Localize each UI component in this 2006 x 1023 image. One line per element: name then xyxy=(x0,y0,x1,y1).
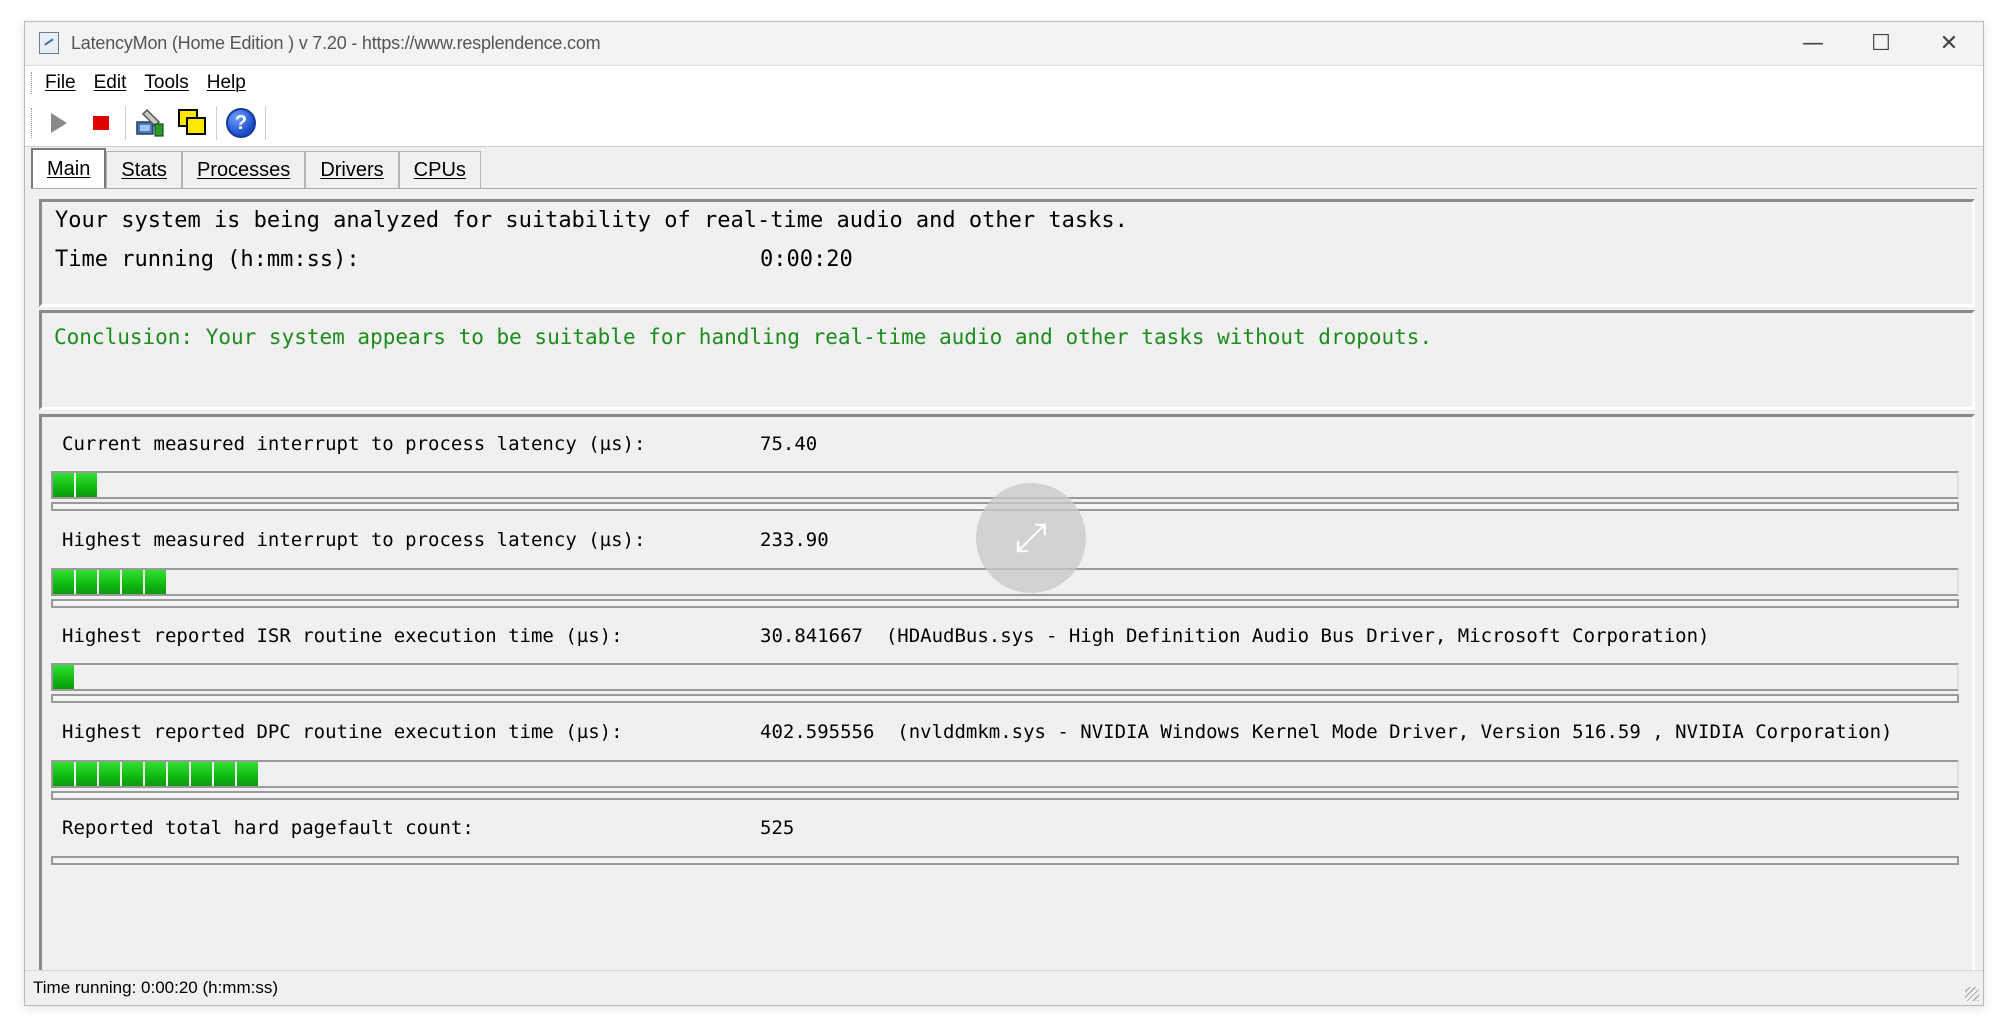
current-latency-value: 75.40 xyxy=(760,433,818,455)
analysis-status-text: Your system is being analyzed for suitab… xyxy=(55,208,1128,233)
toolbar-separator xyxy=(216,106,217,140)
menu-edit[interactable]: Edit xyxy=(90,72,131,94)
bar-segment xyxy=(53,570,74,594)
highest-latency-label: Highest measured interrupt to process la… xyxy=(62,529,646,551)
app-icon[interactable] xyxy=(39,32,59,54)
bar-segment xyxy=(145,762,166,786)
bar-segment xyxy=(214,762,235,786)
current-latency-label: Current measured interrupt to process la… xyxy=(62,433,646,455)
tab-bar: Main Stats Processes Drivers CPUs xyxy=(31,148,1977,189)
app-window: LatencyMon (Home Edition ) v 7.20 - http… xyxy=(24,21,1984,1006)
start-monitor-button[interactable] xyxy=(41,105,77,141)
tab-cpus[interactable]: CPUs xyxy=(398,151,481,188)
stop-icon xyxy=(93,116,109,130)
bar-segment xyxy=(99,570,120,594)
bar-segment xyxy=(76,473,97,497)
bar-segment xyxy=(53,473,74,497)
toolbar: ? xyxy=(25,100,1983,147)
title-bar[interactable]: LatencyMon (Home Edition ) v 7.20 - http… xyxy=(25,22,1983,64)
window-title: LatencyMon (Home Edition ) v 7.20 - http… xyxy=(71,32,601,53)
time-running-value: 0:00:20 xyxy=(760,247,853,272)
tab-main[interactable]: Main xyxy=(31,148,107,188)
bar-segment xyxy=(53,665,74,689)
menu-grip xyxy=(31,72,35,94)
bar-divider xyxy=(51,599,1959,608)
window-controls: — ☐ ✕ xyxy=(1779,22,1983,64)
dpc-time-value: 402.595556 (nvlddmkm.sys - NVIDIA Window… xyxy=(760,721,1892,743)
menu-file[interactable]: File xyxy=(41,72,80,94)
bar-segment xyxy=(53,762,74,786)
bar-fill xyxy=(53,665,76,689)
isr-time-value: 30.841667 (HDAudBus.sys - High Definitio… xyxy=(760,625,1709,647)
toolbar-separator xyxy=(125,106,126,140)
tab-drivers[interactable]: Drivers xyxy=(305,151,399,188)
dpc-time-label: Highest reported DPC routine execution t… xyxy=(62,721,623,743)
bar-fill xyxy=(53,762,260,786)
conclusion-panel: Conclusion: Your system appears to be su… xyxy=(39,310,1975,410)
expand-overlay-icon[interactable]: ⤢ xyxy=(976,483,1086,593)
dpc-time-bar xyxy=(51,760,1959,788)
isr-time-number: 30.841667 xyxy=(760,625,863,647)
close-button[interactable]: ✕ xyxy=(1915,22,1983,64)
menu-help[interactable]: Help xyxy=(203,72,250,94)
status-bar: Time running: 0:00:20 (h:mm:ss) xyxy=(25,970,1983,1005)
stop-monitor-button[interactable] xyxy=(83,105,119,141)
tab-stats[interactable]: Stats xyxy=(106,151,182,188)
bar-segment xyxy=(168,762,189,786)
status-bar-text: Time running: 0:00:20 (h:mm:ss) xyxy=(33,978,279,997)
toolbar-separator xyxy=(265,106,266,140)
isr-time-label: Highest reported ISR routine execution t… xyxy=(62,625,623,647)
pagefault-count-value: 525 xyxy=(760,817,795,839)
bar-segment xyxy=(122,762,143,786)
play-icon xyxy=(51,113,67,133)
toolbar-grip xyxy=(31,108,35,138)
minimize-button[interactable]: — xyxy=(1779,22,1847,64)
windows-icon xyxy=(178,109,206,135)
drivers-icon xyxy=(136,108,164,137)
conclusion-text: Conclusion: Your system appears to be su… xyxy=(54,325,1433,349)
windows-button[interactable] xyxy=(174,105,210,141)
bar-segment xyxy=(145,570,166,594)
bar-segment xyxy=(76,570,97,594)
bar-segment xyxy=(76,762,97,786)
drivers-button[interactable] xyxy=(132,105,168,141)
bar-divider xyxy=(51,856,1959,865)
tab-processes[interactable]: Processes xyxy=(181,151,306,188)
bar-segment xyxy=(237,762,258,786)
bar-segment xyxy=(191,762,212,786)
help-icon: ? xyxy=(226,108,256,138)
menu-bar: File Edit Tools Help xyxy=(25,65,1983,101)
menu-tools[interactable]: Tools xyxy=(140,72,192,94)
resize-grip-icon[interactable] xyxy=(1965,987,1979,1001)
bar-segment xyxy=(99,762,120,786)
status-panel: Your system is being analyzed for suitab… xyxy=(39,199,1975,307)
bar-divider xyxy=(51,694,1959,703)
isr-time-bar xyxy=(51,663,1959,691)
isr-driver-detail: (HDAudBus.sys - High Definition Audio Bu… xyxy=(885,625,1710,647)
time-running-label: Time running (h:mm:ss): xyxy=(55,247,360,272)
bar-fill xyxy=(53,473,99,497)
bar-divider xyxy=(51,791,1959,800)
dpc-driver-detail: (nvlddmkm.sys - NVIDIA Windows Kernel Mo… xyxy=(897,721,1893,743)
dpc-time-number: 402.595556 xyxy=(760,721,875,743)
pagefault-count-label: Reported total hard pagefault count: xyxy=(62,817,474,839)
highest-latency-value: 233.90 xyxy=(760,529,829,551)
bar-segment xyxy=(122,570,143,594)
help-button[interactable]: ? xyxy=(223,105,259,141)
bar-fill xyxy=(53,570,168,594)
maximize-button[interactable]: ☐ xyxy=(1847,22,1915,64)
